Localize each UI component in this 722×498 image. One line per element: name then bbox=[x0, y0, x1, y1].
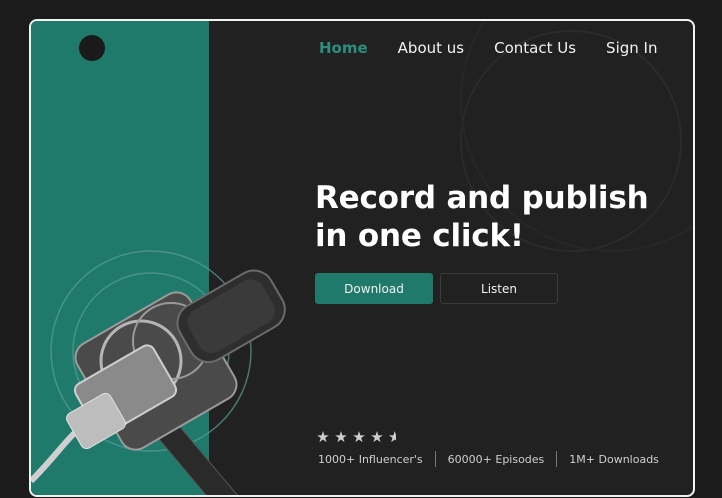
landing-page-frame: Home About us Contact Us Sign In Record … bbox=[29, 19, 695, 497]
nav-about-us[interactable]: About us bbox=[398, 39, 464, 57]
stat-downloads: 1M+ Downloads bbox=[569, 452, 659, 466]
star-icon: ★ bbox=[334, 428, 348, 446]
divider bbox=[434, 451, 436, 467]
rating-stars: ★ ★ ★ ★ ★ bbox=[316, 428, 396, 446]
star-icon: ★ bbox=[352, 428, 366, 446]
star-icon: ★ bbox=[370, 428, 384, 446]
hero-title-line1: Record and publish bbox=[315, 180, 649, 216]
logo-icon[interactable] bbox=[79, 35, 105, 61]
microphone-icon bbox=[31, 269, 286, 495]
nav-home[interactable]: Home bbox=[319, 39, 368, 57]
half-star-icon: ★ bbox=[388, 428, 396, 446]
download-button[interactable]: Download bbox=[315, 273, 433, 304]
listen-button[interactable]: Listen bbox=[440, 273, 558, 304]
star-icon: ★ bbox=[316, 428, 330, 446]
stat-episodes: 60000+ Episodes bbox=[447, 452, 545, 466]
hero-title: Record and publish in one click! bbox=[315, 179, 655, 255]
stat-influencers: 1000+ Influencer's bbox=[318, 452, 423, 466]
stats-row: 1000+ Influencer's 60000+ Episodes 1M+ D… bbox=[318, 451, 659, 467]
nav-sign-in[interactable]: Sign In bbox=[606, 39, 657, 57]
divider bbox=[556, 451, 558, 467]
nav-contact-us[interactable]: Contact Us bbox=[494, 39, 576, 57]
hero-title-line2: in one click! bbox=[315, 218, 524, 254]
top-nav: Home About us Contact Us Sign In bbox=[319, 39, 687, 57]
